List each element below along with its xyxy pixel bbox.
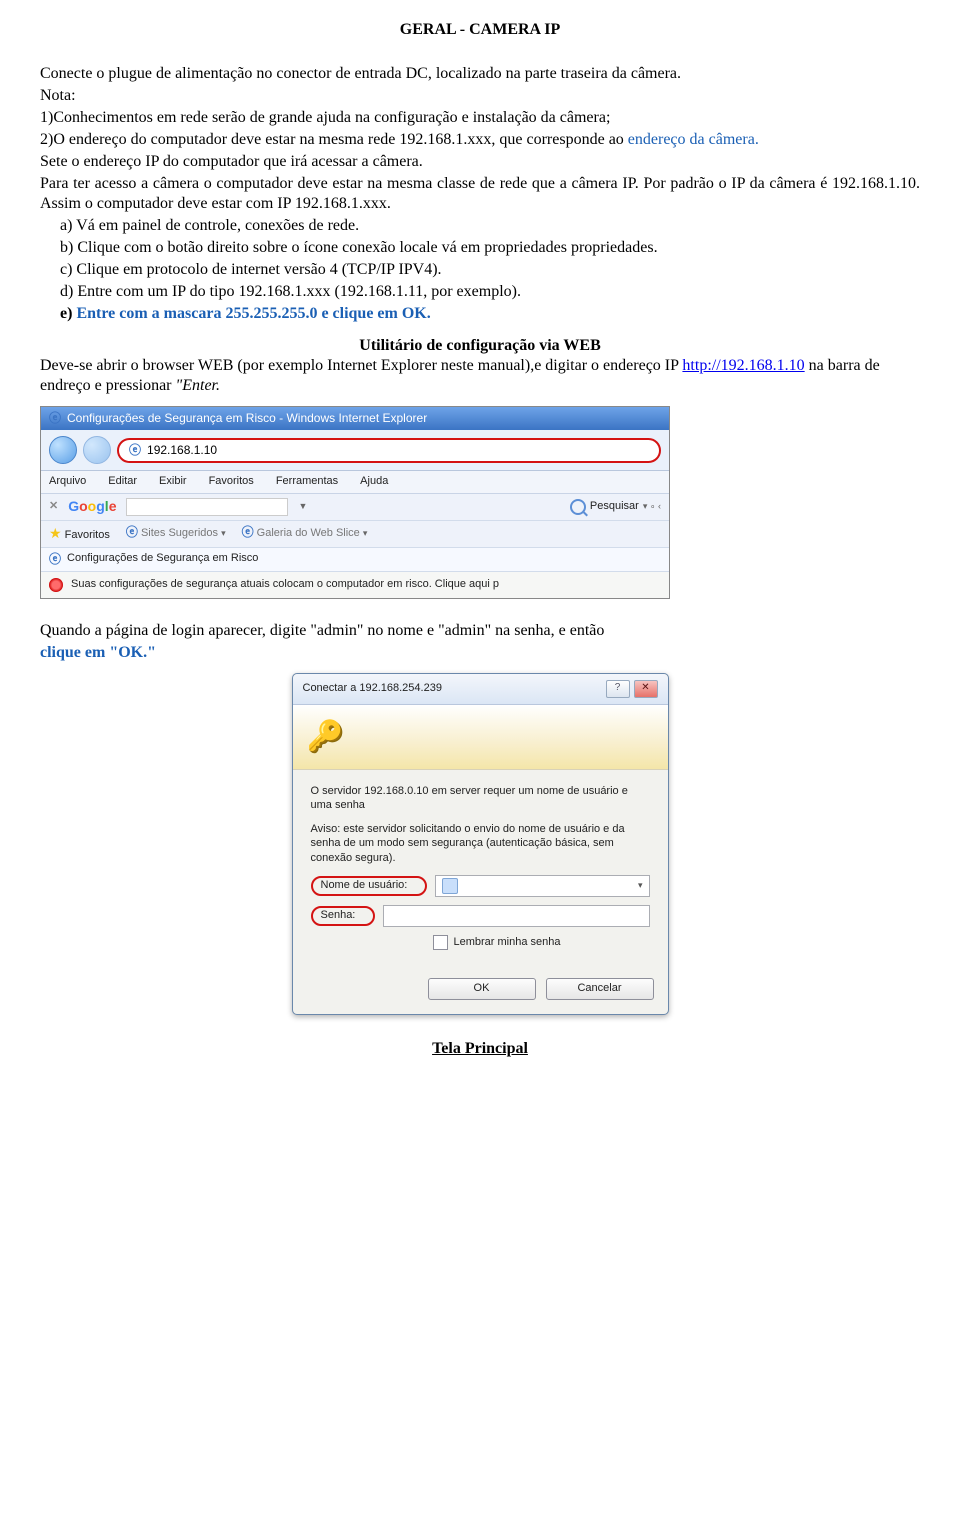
sites-sugeridos-button[interactable]: ⓔ Sites Sugeridos ▾ (126, 525, 226, 543)
ie-menu-bar: Arquivo Editar Exibir Favoritos Ferramen… (41, 471, 669, 494)
username-label: Nome de usuário: (311, 876, 427, 896)
chevron-down-icon[interactable]: ▼ (298, 501, 307, 512)
close-button[interactable]: ✕ (634, 680, 658, 698)
menu-ajuda[interactable]: Ajuda (360, 475, 388, 489)
ok-button[interactable]: OK (428, 978, 536, 1000)
note-2: 2)O endereço do computador deve estar na… (40, 130, 920, 150)
sites-sugeridos-label: Sites Sugeridos (141, 527, 218, 539)
forward-button[interactable] (83, 436, 111, 464)
cancel-button[interactable]: Cancelar (546, 978, 654, 1000)
enter-italic: "Enter. (176, 377, 221, 394)
address-bar[interactable]: ⓔ 192.168.1.10 (117, 438, 661, 463)
star-icon: ★ (49, 525, 62, 541)
chevron-down-icon: ▾ (363, 528, 368, 538)
footer-heading: Tela Principal (40, 1039, 920, 1059)
set-ip-line: Sete o endereço IP do computador que irá… (40, 152, 920, 172)
galeria-label: Galeria do Web Slice (257, 527, 360, 539)
help-button[interactable]: ? (606, 680, 630, 698)
list-item-e-label: e) (60, 305, 76, 322)
dialog-titlebar: Conectar a 192.168.254.239 ? ✕ (293, 674, 668, 705)
ie-titlebar: ⓔ Configurações de Segurança em Risco - … (41, 407, 669, 430)
login-dialog-figure: Conectar a 192.168.254.239 ? ✕ 🔑 O servi… (40, 673, 920, 1015)
browser-tab[interactable]: ⓔ Configurações de Segurança em Risco (41, 548, 669, 572)
menu-ferramentas[interactable]: Ferramentas (276, 475, 338, 489)
web-config-heading: Utilitário de configuração via WEB (40, 336, 920, 356)
chevron-down-icon[interactable]: ▾ ∘ ‹ (643, 501, 661, 512)
list-item-e-blue: Entre com a mascara 255.255.255.0 e cliq… (76, 305, 430, 322)
list-item-d: d) Entre com um IP do tipo 192.168.1.xxx… (84, 282, 920, 302)
shield-alert-icon (49, 578, 63, 592)
chevron-down-icon: ▾ (221, 528, 226, 538)
login-intro-line1: Quando a página de login aparecer, digit… (40, 621, 920, 641)
intro-paragraph: Conecte o plugue de alimentação no conec… (40, 64, 920, 84)
dialog-server-text: O servidor 192.168.0.10 em server requer… (311, 784, 650, 813)
favorites-label: Favoritos (65, 529, 110, 541)
menu-favoritos[interactable]: Favoritos (209, 475, 254, 489)
note-1: 1)Conhecimentos em rede serão de grande … (40, 108, 920, 128)
login-intro-line2: clique em "OK." (40, 643, 920, 663)
back-button[interactable] (49, 436, 77, 464)
google-logo-icon: Google (68, 498, 116, 516)
pesquisar-button[interactable]: Pesquisar (590, 500, 639, 514)
nota-label: Nota: (40, 86, 920, 106)
menu-editar[interactable]: Editar (108, 475, 137, 489)
favorites-button[interactable]: ★ Favoritos (49, 525, 110, 543)
tab-label: Configurações de Segurança em Risco (67, 552, 258, 567)
note-2-prefix: 2)O endereço do computador deve estar na… (40, 131, 628, 148)
username-input[interactable]: ▾ (435, 875, 650, 897)
remember-label: Lembrar minha senha (454, 936, 561, 950)
password-input[interactable] (383, 905, 650, 927)
web-config-line: Deve-se abrir o browser WEB (por exemplo… (40, 356, 920, 396)
ie-icon: ⓔ (242, 525, 254, 539)
page-title: GERAL - CAMERA IP (40, 20, 920, 40)
list-item-b: b) Clique com o botão direito sobre o íc… (84, 238, 920, 258)
remember-checkbox[interactable] (433, 935, 448, 950)
security-warning-text: Suas configurações de segurança atuais c… (71, 578, 499, 592)
menu-exibir[interactable]: Exibir (159, 475, 187, 489)
note-2-blue: endereço da câmera. (628, 131, 759, 148)
access-paragraph: Para ter acesso a câmera o computador de… (40, 174, 920, 214)
ie-logo-icon: ⓔ (49, 411, 61, 426)
ie-icon: ⓔ (49, 552, 61, 567)
search-icon (570, 499, 586, 515)
list-item-a: a) Vá em painel de controle, conexões de… (84, 216, 920, 236)
dialog-banner: 🔑 (293, 705, 668, 770)
keys-icon: 🔑 (307, 718, 344, 756)
menu-arquivo[interactable]: Arquivo (49, 475, 86, 489)
ip-link[interactable]: http://192.168.1.10 (682, 357, 804, 374)
list-item-e: e) Entre com a mascara 255.255.255.0 e c… (84, 304, 920, 324)
dialog-title-text: Conectar a 192.168.254.239 (303, 682, 442, 696)
ie-window-title: Configurações de Segurança em Risco - Wi… (67, 411, 427, 426)
person-icon (442, 878, 458, 894)
list-item-c: c) Clique em protocolo de internet versã… (84, 260, 920, 280)
google-search-input[interactable] (126, 498, 288, 516)
page-icon: ⓔ (129, 443, 141, 458)
galeria-button[interactable]: ⓔ Galeria do Web Slice ▾ (242, 525, 368, 543)
dialog-warning-text: Aviso: este servidor solicitando o envio… (311, 822, 650, 865)
close-toolbar-icon[interactable]: ✕ (49, 500, 58, 514)
google-toolbar: ✕ Google ▼ Pesquisar ▾ ∘ ‹ (41, 494, 669, 521)
chevron-down-icon[interactable]: ▾ (638, 880, 643, 891)
security-warning-bar[interactable]: Suas configurações de segurança atuais c… (41, 572, 669, 598)
address-bar-text: 192.168.1.10 (147, 443, 217, 458)
favorites-bar: ★ Favoritos ⓔ Sites Sugeridos ▾ ⓔ Galeri… (41, 521, 669, 548)
password-label: Senha: (311, 906, 375, 926)
web-config-pre: Deve-se abrir o browser WEB (por exemplo… (40, 357, 682, 374)
ie-screenshot-figure: ⓔ Configurações de Segurança em Risco - … (40, 406, 920, 599)
ie-icon: ⓔ (126, 525, 138, 539)
